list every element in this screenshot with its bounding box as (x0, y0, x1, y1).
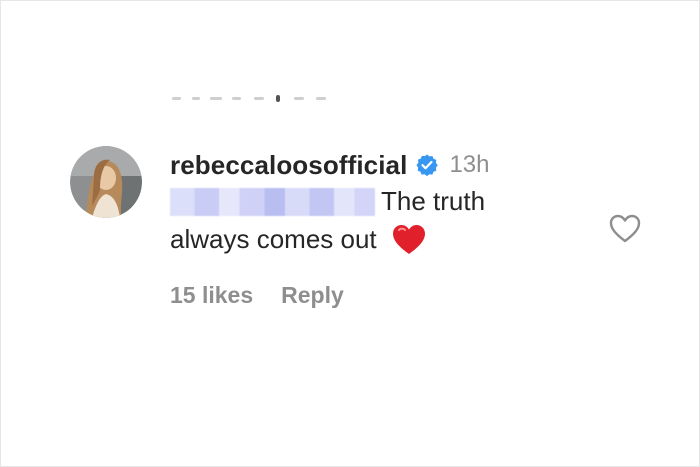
username[interactable]: rebeccaloosofficial (170, 150, 407, 181)
red-heart-emoji (392, 224, 426, 256)
timestamp: 13h (449, 151, 490, 178)
comment-text-line-2: always comes out (170, 220, 600, 258)
comment-header: rebeccaloosofficial 13h (170, 148, 600, 182)
comment-text-part-2: always comes out (170, 224, 377, 254)
avatar[interactable] (70, 146, 142, 218)
blurred-mention (170, 188, 375, 216)
reply-button[interactable]: Reply (281, 282, 344, 309)
comment-actions: 15 likes Reply (170, 282, 600, 309)
comment-text-part-1: The truth (381, 186, 486, 216)
like-heart-icon[interactable] (608, 213, 642, 245)
comment: rebeccaloosofficial 13h The truth always… (70, 146, 670, 316)
likes-count[interactable]: 15 likes (170, 282, 253, 309)
verified-badge-icon (415, 153, 439, 177)
comment-text-line-1: The truth (170, 182, 600, 220)
truncated-previous-comment (172, 94, 342, 102)
comment-body: rebeccaloosofficial 13h The truth always… (170, 148, 600, 309)
